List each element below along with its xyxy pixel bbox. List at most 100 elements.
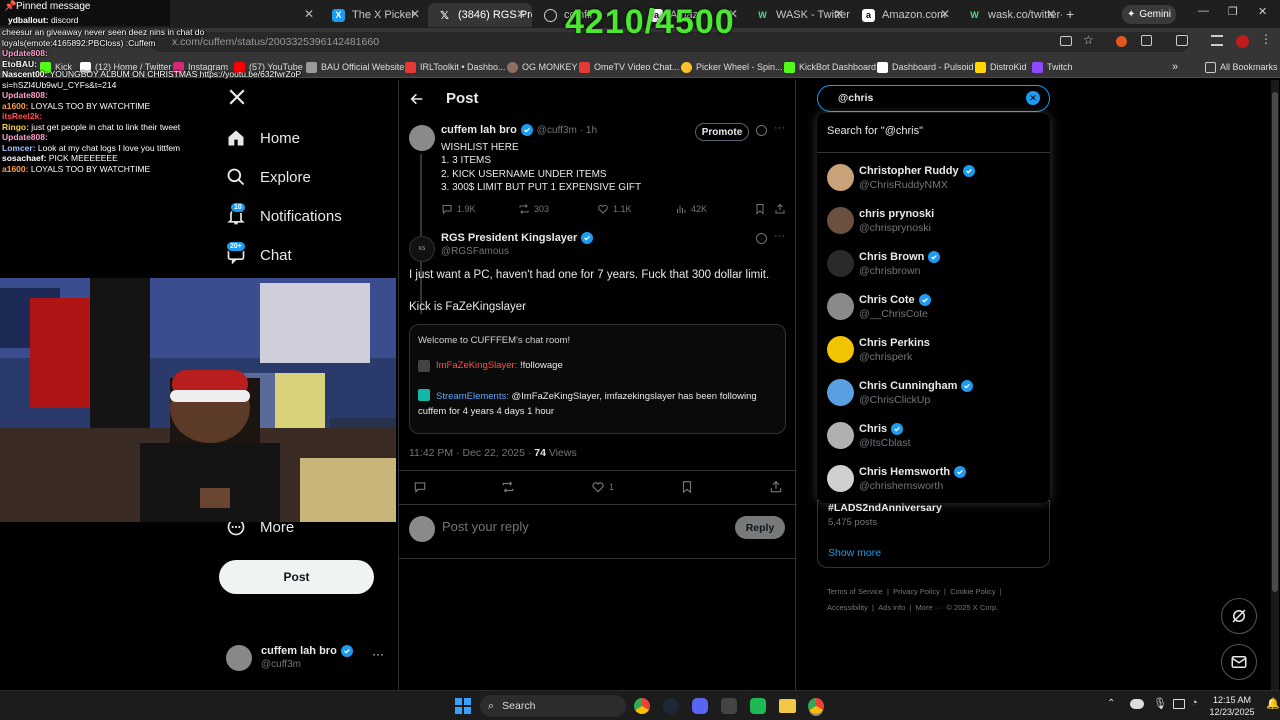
clear-search-icon[interactable]: ✕ xyxy=(1026,91,1040,105)
search-result-user[interactable]: Chris Perkins @chrisperk xyxy=(817,330,1050,373)
chrome-taskbar-icon[interactable] xyxy=(634,698,650,714)
all-bookmarks[interactable]: All Bookmarks xyxy=(1205,59,1278,75)
chrome-active-taskbar-icon[interactable] xyxy=(808,698,824,714)
minimize-button[interactable]: — xyxy=(1198,5,1209,17)
bookmark-action[interactable] xyxy=(754,203,770,215)
bookmark-ometv[interactable]: OmeTV Video Chat... xyxy=(579,59,679,75)
tweet-author[interactable]: RGS President Kingslayer xyxy=(441,232,594,244)
bookmark-pulsoid[interactable]: Dashboard - Pulsoid xyxy=(877,59,974,75)
account-switcher[interactable]: cuffem lah bro @cuff3m ··· xyxy=(226,643,386,675)
bookmark-action[interactable] xyxy=(680,480,698,494)
messages-fab[interactable] xyxy=(1221,644,1257,680)
maximize-button[interactable]: ❐ xyxy=(1228,5,1238,18)
discord-taskbar-icon[interactable] xyxy=(692,698,708,714)
cast-icon[interactable] xyxy=(1060,36,1072,46)
bookmarks-overflow-icon[interactable]: » xyxy=(1172,59,1178,75)
bookmark-kickbot[interactable]: KickBot Dashboard xyxy=(784,59,876,75)
search-input[interactable]: @chris ✕ xyxy=(817,85,1050,112)
tab-close-icon[interactable]: ✕ xyxy=(834,7,844,21)
sidepanel-icon[interactable] xyxy=(1176,35,1188,46)
chrome-menu-icon[interactable]: ⋮ xyxy=(1260,32,1272,46)
footer-link[interactable]: Cookie Policy xyxy=(950,587,995,596)
like-action[interactable]: 1 xyxy=(591,480,614,494)
bookmark-og-monkey[interactable]: OG MONKEY xyxy=(507,59,578,75)
media-icon[interactable] xyxy=(1211,35,1223,46)
extensions-puzzle-icon[interactable] xyxy=(1141,35,1152,46)
like-action[interactable]: 1.1K xyxy=(597,203,632,215)
reply-action[interactable]: 1.9K xyxy=(441,203,476,215)
repost-action[interactable]: 303 xyxy=(518,203,549,215)
profile-avatar[interactable] xyxy=(1236,35,1249,48)
steam-taskbar-icon[interactable] xyxy=(663,698,679,714)
avatar[interactable]: KS xyxy=(409,236,435,262)
footer-link[interactable]: Privacy Policy xyxy=(893,587,940,596)
search-result-user[interactable]: chris prynoski @chrisprynoski xyxy=(817,201,1050,244)
grok-icon[interactable] xyxy=(756,125,767,136)
avatar[interactable] xyxy=(409,125,435,151)
search-result-user[interactable]: Christopher Ruddy @ChrisRuddyNMX xyxy=(817,158,1050,201)
new-tab-button[interactable]: + xyxy=(1066,6,1074,22)
tab-close-icon[interactable]: ✕ xyxy=(1046,7,1056,21)
share-action[interactable] xyxy=(774,203,790,215)
gemini-button[interactable]: ✦ Gemini xyxy=(1122,5,1176,24)
search-for-option[interactable]: Search for "@chris" xyxy=(827,125,923,137)
reply-input[interactable]: Post your reply xyxy=(442,519,722,534)
search-result-user[interactable]: Chris Cunningham @ChrisClickUp xyxy=(817,373,1050,416)
views-action[interactable]: 42K xyxy=(675,203,707,215)
browser-tab-amazon-com[interactable]: a Amazon.com ✕ xyxy=(852,3,956,27)
footer-link[interactable]: Terms of Service xyxy=(827,587,883,596)
show-more-link[interactable]: Show more xyxy=(828,547,881,559)
bookmark-bau[interactable]: BAU Official Website xyxy=(306,59,404,75)
search-result-user[interactable]: Chris Brown @chrisbrown xyxy=(817,244,1050,287)
grok-fab[interactable] xyxy=(1221,598,1257,634)
share-action[interactable] xyxy=(769,480,787,494)
grok-icon[interactable] xyxy=(756,233,767,244)
scrollbar-thumb[interactable] xyxy=(1272,92,1278,592)
extension-icon[interactable] xyxy=(1116,36,1127,47)
nav-chat[interactable]: Chat 20+ xyxy=(226,241,292,265)
search-result-user[interactable]: Chris Hemsworth @chrishemsworth xyxy=(817,459,1050,502)
browser-tab-x-picker[interactable]: X The X Picker ✕ xyxy=(322,3,426,27)
microphone-icon[interactable]: 🎙 xyxy=(1153,697,1167,710)
promote-button[interactable]: Promote xyxy=(695,123,749,141)
post-button[interactable]: Post xyxy=(219,560,374,594)
tab-close-icon[interactable]: ✕ xyxy=(410,7,420,21)
search-result-user[interactable]: Chris Cote @__ChrisCote xyxy=(817,287,1050,330)
reply-action[interactable] xyxy=(413,480,431,494)
more-options-icon[interactable]: ··· xyxy=(774,122,785,134)
file-explorer-icon[interactable] xyxy=(779,699,796,713)
footer-link[interactable]: More ··· xyxy=(916,603,943,612)
trend-name[interactable]: #LADS2ndAnniversary xyxy=(828,502,942,514)
browser-tab-active[interactable]: 𝕏(3846) RGS Pres✕ xyxy=(428,3,532,27)
app-taskbar-icon[interactable] xyxy=(750,698,766,714)
browser-tab-wask[interactable]: W WASK - Twitter ✕ xyxy=(746,3,850,27)
search-result-user[interactable]: Chris @ItsCblast xyxy=(817,416,1050,459)
tab-close-icon[interactable]: ✕ xyxy=(516,7,526,21)
network-icon[interactable]: ◔ xyxy=(1191,697,1198,709)
bookmark-picker-wheel[interactable]: Picker Wheel - Spin... xyxy=(681,59,783,75)
bookmark-irltoolkit[interactable]: IRLToolkit • Dashbo... xyxy=(405,59,506,75)
footer-link[interactable]: Ads info xyxy=(878,603,905,612)
tray-overflow-icon[interactable]: ⌃ xyxy=(1107,698,1115,709)
page-scrollbar[interactable] xyxy=(1271,80,1279,690)
tweet-author[interactable]: cuffem lah bro @cuff3m · 1h xyxy=(441,124,597,136)
clock[interactable]: 12:15 AM 12/23/2025 xyxy=(1208,694,1256,718)
bookmark-twitch[interactable]: Twitch xyxy=(1032,59,1073,75)
window-close-button[interactable]: ✕ xyxy=(1258,5,1267,18)
notification-bell-icon[interactable]: 🔔 xyxy=(1266,697,1280,710)
app-taskbar-icon[interactable] xyxy=(721,698,737,714)
footer-link[interactable]: Accessibility xyxy=(827,603,868,612)
display-icon[interactable] xyxy=(1173,699,1185,709)
repost-action[interactable] xyxy=(501,480,519,494)
bookmark-distrokid[interactable]: DistroKid xyxy=(975,59,1027,75)
tab-close-icon[interactable]: ✕ xyxy=(304,7,314,21)
account-more-icon[interactable]: ··· xyxy=(372,647,384,661)
browser-tab-wask-twitter[interactable]: Wwask.co/twitter- ✕ xyxy=(958,3,1062,27)
taskbar-search[interactable]: ⌕ Search xyxy=(480,695,626,717)
more-options-icon[interactable]: ··· xyxy=(774,230,785,242)
windows-start-icon[interactable] xyxy=(455,698,471,714)
back-arrow-icon[interactable] xyxy=(409,91,425,107)
reply-button[interactable]: Reply xyxy=(735,516,785,539)
bookmark-star-icon[interactable]: ☆ xyxy=(1083,33,1094,47)
tab-close-icon[interactable]: ✕ xyxy=(940,7,950,21)
